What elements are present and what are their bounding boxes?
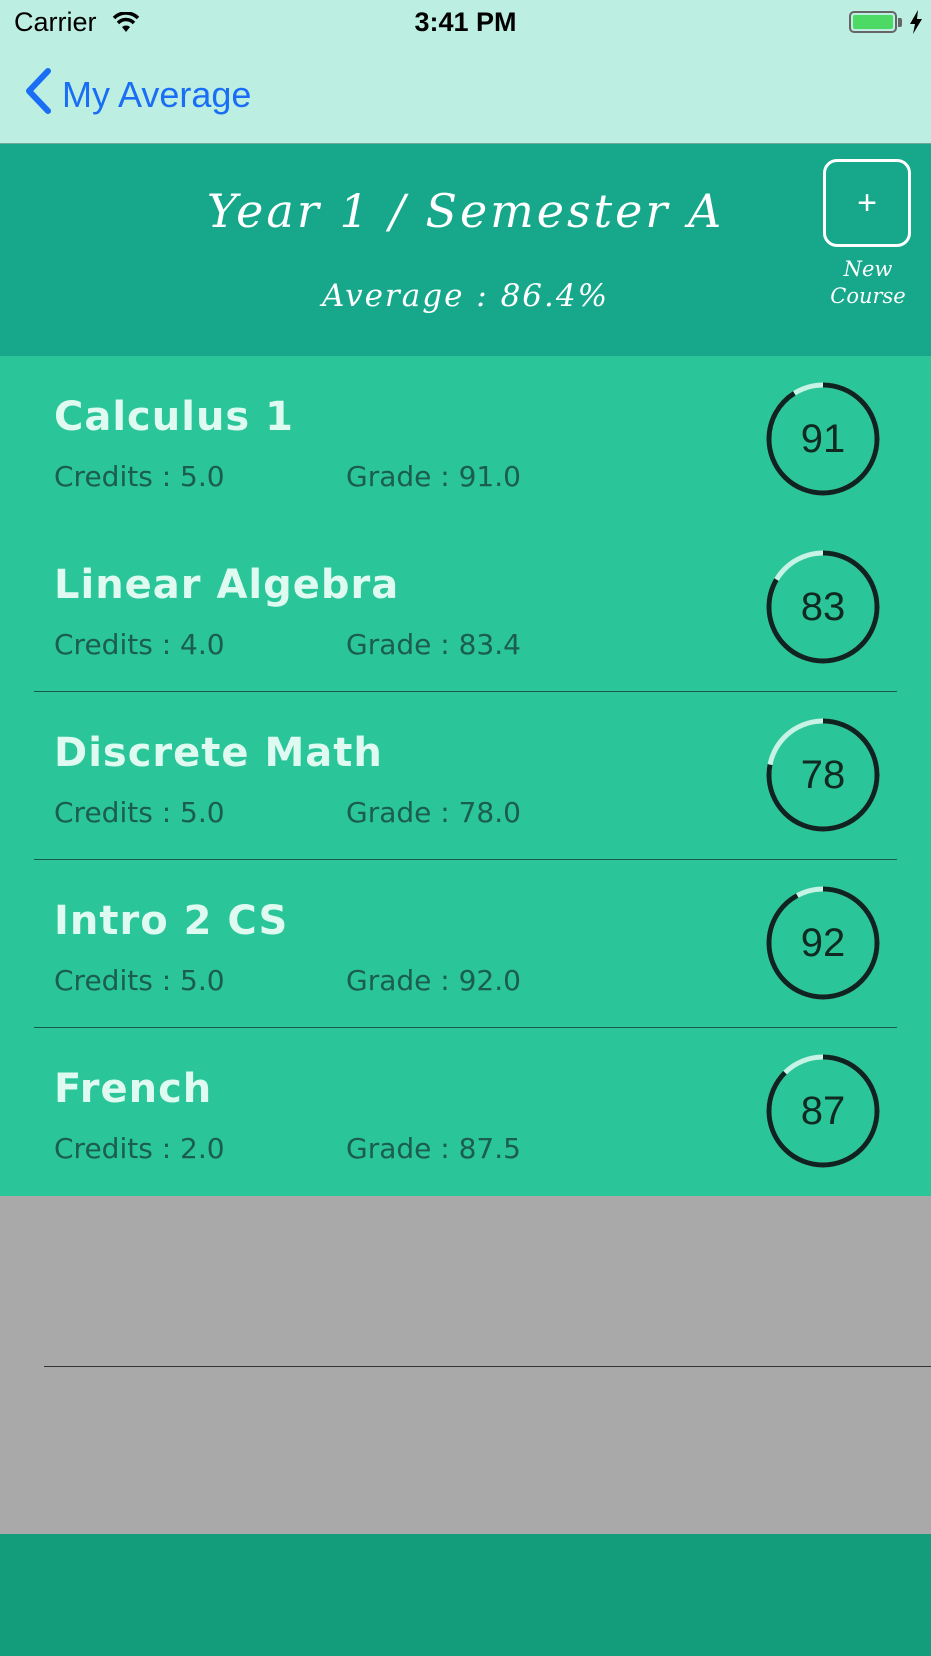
chevron-left-icon	[24, 67, 52, 123]
course-name: Calculus 1	[54, 394, 294, 440]
grade-ring-value: 91	[800, 417, 846, 461]
grade-progress-ring: 91	[764, 380, 882, 498]
course-row[interactable]: Intro 2 CS Credits : 5.0 Grade : 92.0 92	[0, 860, 931, 1028]
course-list: Calculus 1 Credits : 5.0 Grade : 91.0 91…	[0, 356, 931, 1196]
charging-bolt-icon	[909, 10, 923, 41]
battery-tip	[898, 18, 902, 27]
course-row[interactable]: Discrete Math Credits : 5.0 Grade : 78.0…	[0, 692, 931, 860]
battery-level	[853, 15, 893, 29]
back-button-label: My Average	[62, 74, 252, 115]
grade-ring-value: 78	[800, 753, 846, 797]
semester-average: Average : 86.4%	[321, 278, 610, 314]
grade-progress-ring: 87	[764, 1052, 882, 1170]
course-grade: Grade : 91.0	[346, 460, 521, 493]
navigation-bar: My Average	[0, 46, 931, 144]
grade-ring-value: 92	[800, 921, 846, 965]
course-row[interactable]: French Credits : 2.0 Grade : 87.5 87	[0, 1028, 931, 1196]
grade-progress-ring: 83	[764, 548, 882, 666]
course-grade: Grade : 78.0	[346, 796, 521, 829]
course-grade: Grade : 87.5	[346, 1132, 521, 1165]
semester-header: Year 1 / Semester A Average : 86.4% + Ne…	[0, 144, 931, 356]
status-bar: Carrier 3:41 PM	[0, 0, 931, 46]
status-time: 3:41 PM	[414, 7, 517, 37]
plus-icon: +	[857, 184, 877, 222]
course-row[interactable]: Calculus 1 Credits : 5.0 Grade : 91.0 91	[0, 356, 931, 524]
course-grade: Grade : 92.0	[346, 964, 521, 997]
grade-ring-value: 83	[800, 585, 846, 629]
grade-ring-value: 87	[800, 1089, 846, 1133]
course-row[interactable]: Linear Algebra Credits : 4.0 Grade : 83.…	[0, 524, 931, 692]
course-credits: Credits : 2.0	[54, 1132, 225, 1165]
course-grade: Grade : 83.4	[346, 628, 521, 661]
course-credits: Credits : 5.0	[54, 964, 225, 997]
course-name: Linear Algebra	[54, 562, 400, 608]
course-credits: Credits : 4.0	[54, 628, 225, 661]
course-credits: Credits : 5.0	[54, 460, 225, 493]
grade-progress-ring: 78	[764, 716, 882, 834]
new-course-label: New Course	[830, 257, 906, 308]
battery-icon	[849, 11, 897, 33]
grade-progress-ring: 92	[764, 884, 882, 1002]
course-credits: Credits : 5.0	[54, 796, 225, 829]
empty-area-separator	[44, 1366, 931, 1367]
new-course-button[interactable]: +	[823, 159, 911, 247]
course-name: French	[54, 1066, 213, 1112]
course-name: Intro 2 CS	[54, 898, 289, 944]
course-name: Discrete Math	[54, 730, 383, 776]
back-button[interactable]: My Average	[24, 67, 252, 123]
footer-bar	[0, 1534, 931, 1656]
semester-title: Year 1 / Semester A	[206, 184, 725, 238]
